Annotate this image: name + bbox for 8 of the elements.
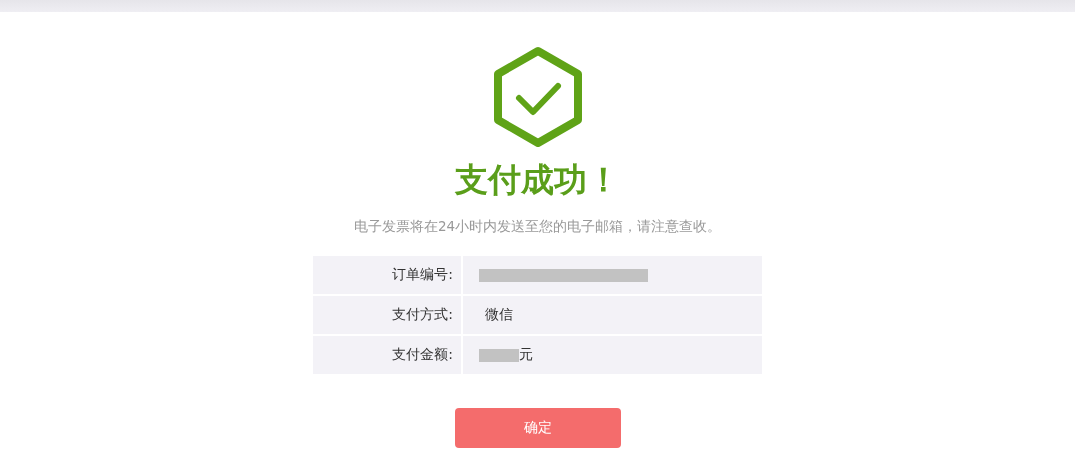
field-label: 支付金额:: [313, 336, 461, 374]
currency-unit: 元: [519, 346, 533, 364]
confirm-button[interactable]: 确定: [454, 408, 621, 448]
field-value: 微信: [484, 306, 513, 324]
field-label: 订单编号:: [313, 256, 461, 294]
field-label: 支付方式:: [313, 296, 461, 334]
success-title: 支付成功！: [455, 160, 620, 200]
invoice-message: 电子发票将在24小时内发送至您的电子邮箱，请注意查收。: [353, 217, 722, 236]
